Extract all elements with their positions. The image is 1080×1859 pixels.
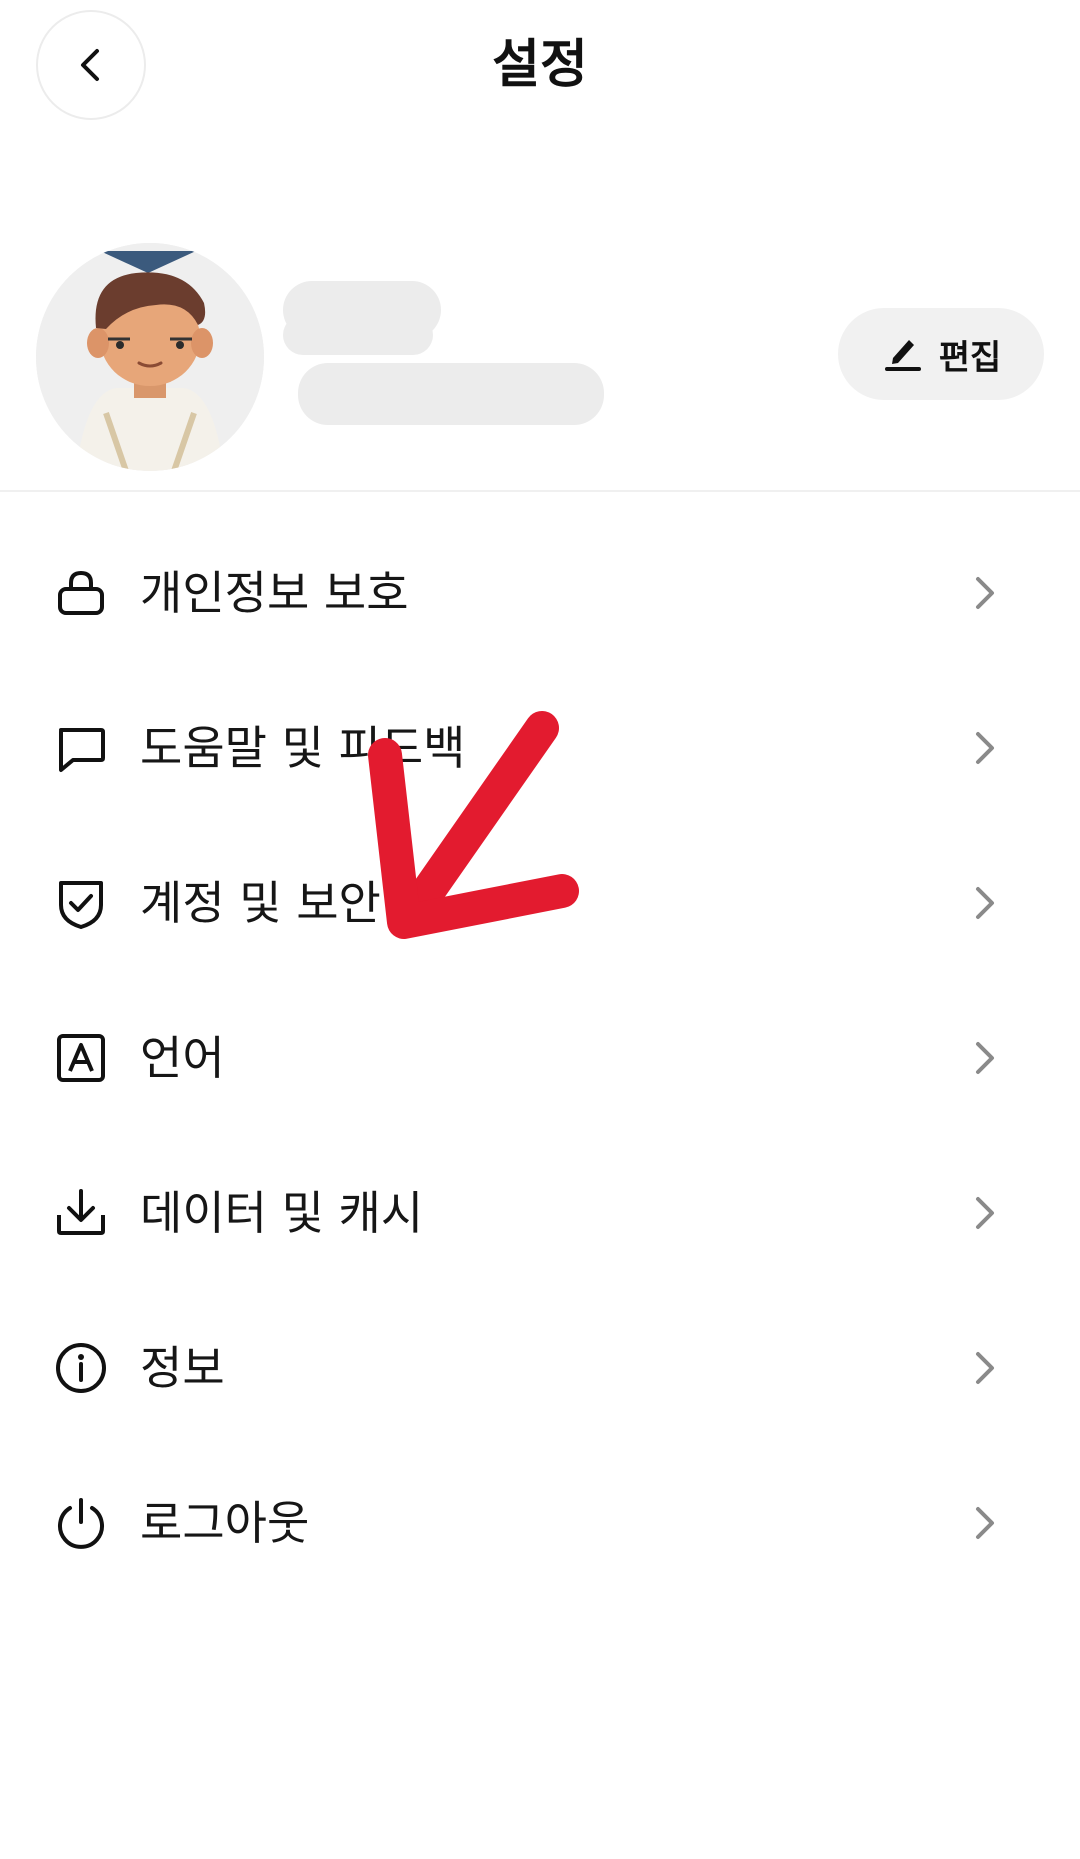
profile-section: 편집 (0, 235, 1080, 490)
chevron-right-icon (976, 887, 994, 919)
chevron-right-icon (976, 1197, 994, 1229)
menu-label-info: 정보 (140, 1341, 225, 1395)
edit-button[interactable]: 편집 (838, 308, 1044, 400)
redacted-user-id (298, 363, 604, 425)
menu-item-logout[interactable]: 로그아웃 (0, 1455, 1080, 1585)
menu-item-account-security[interactable]: 계정 및 보안 (0, 835, 1080, 965)
lock-icon (50, 562, 112, 624)
redacted-username-tail (283, 315, 433, 355)
chevron-right-icon (976, 1352, 994, 1384)
menu-item-privacy[interactable]: 개인정보 보호 (0, 525, 1080, 655)
menu-label-privacy: 개인정보 보호 (140, 566, 409, 620)
avatar[interactable] (36, 243, 264, 471)
menu-item-language[interactable]: 언어 (0, 990, 1080, 1120)
menu-label-account-security: 계정 및 보안 (140, 876, 381, 930)
menu-item-data-cache[interactable]: 데이터 및 캐시 (0, 1145, 1080, 1275)
chevron-right-icon (976, 1507, 994, 1539)
language-icon (50, 1027, 112, 1089)
chat-bubble-icon (50, 717, 112, 779)
menu-label-data-cache: 데이터 및 캐시 (140, 1186, 424, 1240)
menu-item-info[interactable]: 정보 (0, 1300, 1080, 1430)
shield-check-icon (50, 872, 112, 934)
menu-label-help-feedback: 도움말 및 피드백 (140, 721, 466, 775)
menu-label-language: 언어 (140, 1031, 225, 1085)
chevron-right-icon (976, 732, 994, 764)
page-title: 설정 (492, 35, 588, 95)
header: 설정 (0, 0, 1080, 140)
info-icon (50, 1337, 112, 1399)
power-icon (50, 1492, 112, 1554)
chevron-right-icon (976, 577, 994, 609)
download-icon (50, 1182, 112, 1244)
divider (0, 490, 1080, 492)
chevron-right-icon (976, 1042, 994, 1074)
menu-item-help-feedback[interactable]: 도움말 및 피드백 (0, 680, 1080, 810)
menu-label-logout: 로그아웃 (140, 1496, 310, 1550)
pencil-icon (884, 340, 921, 371)
avatar-image (36, 243, 264, 471)
edit-label: 편집 (938, 337, 1002, 378)
